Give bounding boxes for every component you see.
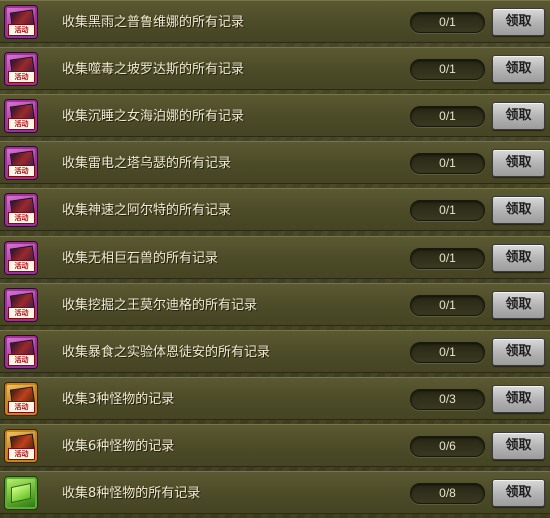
gold-card-icon: 活动 — [5, 430, 37, 462]
event-badge: 活动 — [8, 118, 35, 130]
progress-counter: 0/1 — [410, 153, 485, 174]
collection-reward-list: 活动 收集黑雨之普鲁维娜的所有记录 0/1 领取 活动 收集噬毒之坡罗达斯的所有记录 0/1… — [0, 0, 550, 518]
progress-counter: 0/1 — [410, 12, 485, 33]
claim-button[interactable]: 领取 — [492, 244, 545, 272]
progress-text: 0/6 — [439, 439, 456, 453]
progress-counter: 0/1 — [410, 59, 485, 80]
green-cube-icon — [5, 477, 37, 509]
reward-title: 收集无相巨石兽的所有记录 — [62, 251, 219, 266]
claim-button[interactable]: 领取 — [492, 385, 545, 413]
progress-text: 0/1 — [439, 109, 456, 123]
progress-text: 0/1 — [439, 156, 456, 170]
event-badge: 活动 — [8, 165, 35, 177]
progress-text: 0/1 — [439, 203, 456, 217]
event-badge: 活动 — [8, 354, 35, 366]
progress-text: 0/3 — [439, 392, 456, 406]
reward-row: 收集8种怪物的所有记录 0/8 领取 — [0, 471, 550, 514]
progress-counter: 0/3 — [410, 389, 485, 410]
progress-text: 0/1 — [439, 15, 456, 29]
progress-counter: 0/1 — [410, 200, 485, 221]
reward-title: 收集黑雨之普鲁维娜的所有记录 — [62, 15, 245, 30]
event-badge: 活动 — [8, 212, 35, 224]
purple-card-icon: 活动 — [5, 242, 37, 274]
purple-card-icon: 活动 — [5, 336, 37, 368]
reward-row: 活动 收集黑雨之普鲁维娜的所有记录 0/1 领取 — [0, 0, 550, 43]
purple-card-icon: 活动 — [5, 194, 37, 226]
claim-button[interactable]: 领取 — [492, 102, 545, 130]
claim-button[interactable]: 领取 — [492, 55, 545, 83]
progress-counter: 0/6 — [410, 436, 485, 457]
reward-row: 活动 收集神速之阿尔特的所有记录 0/1 领取 — [0, 188, 550, 231]
claim-button[interactable]: 领取 — [492, 196, 545, 224]
reward-row: 活动 收集3种怪物的记录 0/3 领取 — [0, 377, 550, 420]
reward-row: 活动 收集6种怪物的记录 0/6 领取 — [0, 424, 550, 467]
purple-card-icon: 活动 — [5, 6, 37, 38]
progress-counter: 0/8 — [410, 483, 485, 504]
event-badge: 活动 — [8, 260, 35, 272]
reward-title: 收集噬毒之坡罗达斯的所有记录 — [62, 62, 245, 77]
claim-button[interactable]: 领取 — [492, 8, 545, 36]
claim-button[interactable]: 领取 — [492, 338, 545, 366]
purple-card-icon: 活动 — [5, 100, 37, 132]
purple-card-icon: 活动 — [5, 289, 37, 321]
gold-card-icon: 活动 — [5, 383, 37, 415]
reward-title: 收集沉睡之女海泊娜的所有记录 — [62, 109, 245, 124]
reward-row: 活动 收集雷电之塔乌瑟的所有记录 0/1 领取 — [0, 141, 550, 184]
progress-counter: 0/1 — [410, 248, 485, 269]
reward-title: 收集3种怪物的记录 — [62, 392, 175, 407]
reward-title: 收集暴食之实验体恩徒安的所有记录 — [62, 345, 271, 360]
claim-button[interactable]: 领取 — [492, 432, 545, 460]
reward-title: 收集6种怪物的记录 — [62, 439, 175, 454]
reward-row: 活动 收集噬毒之坡罗达斯的所有记录 0/1 领取 — [0, 47, 550, 90]
reward-title: 收集神速之阿尔特的所有记录 — [62, 203, 232, 218]
reward-row: 活动 收集无相巨石兽的所有记录 0/1 领取 — [0, 236, 550, 279]
progress-counter: 0/1 — [410, 342, 485, 363]
claim-button[interactable]: 领取 — [492, 291, 545, 319]
reward-title: 收集雷电之塔乌瑟的所有记录 — [62, 156, 232, 171]
claim-button[interactable]: 领取 — [492, 479, 545, 507]
reward-row: 活动 收集沉睡之女海泊娜的所有记录 0/1 领取 — [0, 94, 550, 137]
progress-text: 0/1 — [439, 345, 456, 359]
purple-card-icon: 活动 — [5, 147, 37, 179]
reward-title: 收集挖掘之王莫尔迪格的所有记录 — [62, 298, 258, 313]
progress-text: 0/1 — [439, 251, 456, 265]
claim-button[interactable]: 领取 — [492, 149, 545, 177]
progress-text: 0/8 — [439, 486, 456, 500]
purple-card-icon: 活动 — [5, 53, 37, 85]
progress-text: 0/1 — [439, 298, 456, 312]
progress-text: 0/1 — [439, 62, 456, 76]
progress-counter: 0/1 — [410, 106, 485, 127]
progress-counter: 0/1 — [410, 295, 485, 316]
event-badge: 活动 — [8, 307, 35, 319]
reward-row: 活动 收集挖掘之王莫尔迪格的所有记录 0/1 领取 — [0, 283, 550, 326]
event-badge: 活动 — [8, 401, 35, 413]
event-badge: 活动 — [8, 448, 35, 460]
cube-art — [11, 482, 31, 504]
event-badge: 活动 — [8, 24, 35, 36]
reward-row: 活动 收集暴食之实验体恩徒安的所有记录 0/1 领取 — [0, 330, 550, 373]
event-badge: 活动 — [8, 71, 35, 83]
reward-title: 收集8种怪物的所有记录 — [62, 486, 201, 501]
